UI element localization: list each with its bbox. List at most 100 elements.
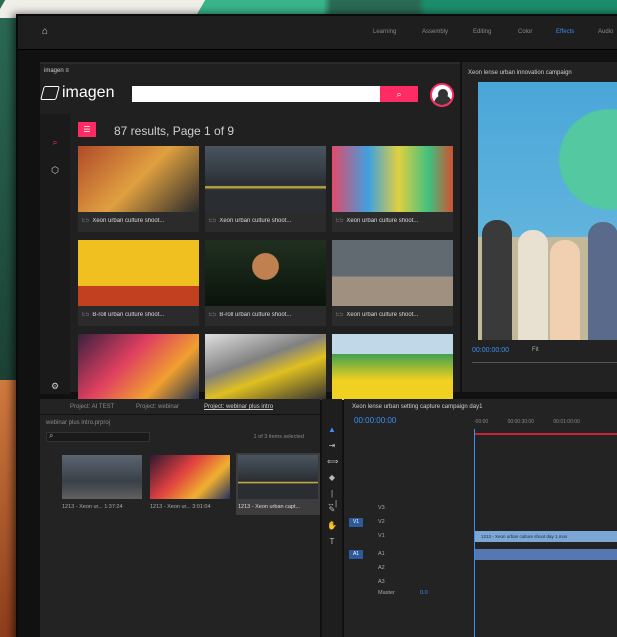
filter-icon: ☰ <box>83 125 91 134</box>
track-a3[interactable]: A3 <box>344 577 474 588</box>
image-card[interactable]: E5 Xeon urban culture shoot... <box>332 146 453 232</box>
image-thumbnail <box>332 240 453 306</box>
sequence-title[interactable]: Xeon lense urban setting capture campaig… <box>352 404 482 410</box>
search-nav-icon[interactable]: ⌕ <box>49 136 61 148</box>
imagen-panel: imagen ≡ imagen ⌕ ⌕ ⬡ ⚙ ☰ 87 results, Pa… <box>40 62 460 400</box>
workspace-assembly[interactable]: Assembly <box>422 29 448 35</box>
image-card[interactable] <box>205 334 326 400</box>
workspace-learning[interactable]: Learning <box>373 29 396 35</box>
avatar[interactable] <box>430 83 454 107</box>
clip-label: 1213 - Xeon ur... 1:37:24 <box>62 504 123 510</box>
clip-label: 1213 - Xeon ur... 3:01:04 <box>150 504 211 510</box>
selection-tool-icon[interactable]: ▲ <box>327 425 337 435</box>
image-card[interactable] <box>78 334 199 400</box>
image-card[interactable] <box>332 334 453 400</box>
track-v2[interactable]: V1 V2 <box>344 517 474 528</box>
tools-panel: ▲ ⇥ ⟺ ◆ |↔| ✎ ✋ T <box>322 399 342 637</box>
track-a2[interactable]: A2 <box>344 563 474 574</box>
image-caption: E5 Xeon urban culture shoot... <box>82 218 165 224</box>
source-patch-button[interactable]: V1 <box>349 518 363 527</box>
image-thumbnail <box>332 146 453 212</box>
master-label: Master <box>378 590 395 596</box>
cube-icon[interactable]: ⬡ <box>49 164 61 176</box>
image-thumbnail <box>78 146 199 212</box>
pen-icon[interactable]: ✎ <box>327 505 337 515</box>
person-figure <box>588 222 617 340</box>
imagen-logo-icon <box>40 86 60 100</box>
tab-project-ai-test[interactable]: Project: AI TEST <box>70 404 114 410</box>
type-tool-icon[interactable]: T <box>327 537 337 547</box>
program-timecode[interactable]: 00:00:00:00 <box>472 347 509 354</box>
image-card[interactable]: E5 Xeon urban culture shoot... <box>78 146 199 232</box>
image-thumbnail <box>332 334 453 400</box>
search-button[interactable]: ⌕ <box>380 86 418 102</box>
monitor-screen: ⌂ Learning Assembly Editing Color Effect… <box>16 14 617 637</box>
project-clip[interactable]: 1213 - Xeon ur... 1:37:24 <box>62 455 142 515</box>
slip-icon[interactable]: |↔| <box>327 489 337 508</box>
image-thumbnail <box>78 240 199 306</box>
ruler-label: 00:00:30:00 <box>507 419 534 425</box>
workspace-editing[interactable]: Editing <box>473 29 491 35</box>
clip-thumbnail <box>238 455 318 499</box>
track-v1[interactable]: V1 <box>344 531 474 542</box>
person-figure <box>518 230 548 340</box>
search-icon: ⌕ <box>396 89 402 99</box>
person-figure <box>550 240 580 340</box>
master-volume[interactable]: 0.0 <box>420 590 428 596</box>
work-area-bar[interactable] <box>474 433 617 435</box>
track-label: A2 <box>378 565 385 571</box>
image-thumbnail <box>205 146 326 212</box>
project-clip-selected[interactable]: 1213 - Xeon urban capt... <box>236 453 320 515</box>
timeline-panel: Xeon lense urban setting capture campaig… <box>344 399 617 637</box>
image-card[interactable]: E5 B-roll urban culture shoot... <box>205 240 326 326</box>
tab-project-webinar-plus-intro[interactable]: Project: webinar plus intro <box>204 404 273 410</box>
imagen-sidebar: ⌕ ⬡ ⚙ <box>40 114 70 394</box>
image-card[interactable]: E5 Xeon urban culture shoot... <box>332 240 453 326</box>
image-caption: E5 Xeon urban culture shoot... <box>336 312 419 318</box>
audio-clip[interactable] <box>475 549 617 560</box>
project-clip[interactable]: 1213 - Xeon ur... 3:01:04 <box>150 455 230 515</box>
track-label: V1 <box>378 533 385 539</box>
image-caption: E5 Xeon urban culture shoot... <box>336 218 419 224</box>
project-footer: 🔓 ☰ ■ ○──── ▭ ⌕ ▬ ▤ 🗑 <box>40 633 320 637</box>
track-a1[interactable]: A1 A1 <box>344 549 474 560</box>
razor-icon[interactable]: ◆ <box>327 473 337 483</box>
track-select-icon[interactable]: ⇥ <box>327 441 337 451</box>
track-label: A1 <box>378 551 385 557</box>
source-patch-button[interactable]: A1 <box>349 550 363 559</box>
project-tabs: Project: AI TEST Project: webinar Projec… <box>40 399 320 415</box>
hand-icon[interactable]: ✋ <box>327 521 337 531</box>
workspace-color[interactable]: Color <box>518 29 532 35</box>
track-label: A3 <box>378 579 385 585</box>
program-monitor: Xeon lense urban innovation campaign 00:… <box>462 62 617 392</box>
timeline-ruler[interactable]: -00:00 00:00:30:00 00:01:00:00 <box>474 419 617 425</box>
image-card[interactable]: E5 B-roll urban culture shoot... <box>78 240 199 326</box>
results-summary: 87 results, Page 1 of 9 <box>114 124 235 138</box>
ripple-edit-icon[interactable]: ⟺ <box>327 457 338 467</box>
image-thumbnail <box>205 240 326 306</box>
image-thumbnail <box>78 334 199 400</box>
selection-count: 1 of 3 items selected <box>253 434 304 440</box>
program-ruler[interactable] <box>472 362 617 363</box>
person-figure <box>482 220 512 340</box>
imagen-panel-tab[interactable]: imagen ≡ <box>44 68 69 74</box>
track-v3[interactable]: V3 <box>344 503 474 514</box>
timeline-timecode[interactable]: 00:00:00:00 <box>354 416 396 425</box>
image-thumbnail <box>205 334 326 400</box>
ruler-label: -00:00 <box>474 419 489 425</box>
playhead[interactable] <box>474 429 475 637</box>
home-icon[interactable]: ⌂ <box>42 27 52 37</box>
search-input[interactable] <box>132 86 380 102</box>
workspace-audio[interactable]: Audio <box>598 29 613 35</box>
tab-project-webinar[interactable]: Project: webinar <box>136 404 179 410</box>
zoom-fit-select[interactable]: Fit <box>532 347 539 353</box>
image-caption: E5 Xeon urban culture shoot... <box>209 218 292 224</box>
clip-thumbnail <box>150 455 230 499</box>
filter-button[interactable]: ☰ <box>78 122 96 137</box>
workspace-effects[interactable]: Effects <box>556 29 574 35</box>
gear-icon[interactable]: ⚙ <box>49 380 61 392</box>
project-search-input[interactable] <box>46 431 150 442</box>
video-clip[interactable]: 1213 - Xeon urban culture shoot day 1.mo… <box>475 531 617 542</box>
track-label: V3 <box>378 505 385 511</box>
image-card[interactable]: E5 Xeon urban culture shoot... <box>205 146 326 232</box>
